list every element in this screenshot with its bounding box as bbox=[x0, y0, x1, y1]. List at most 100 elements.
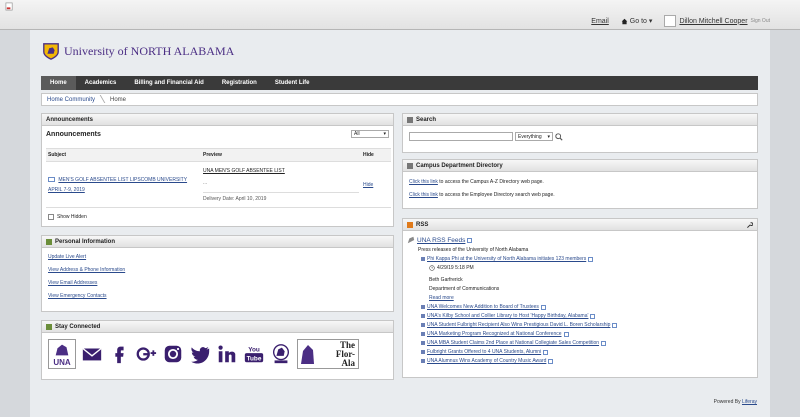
youtube-icon[interactable]: You Tube bbox=[243, 343, 265, 365]
sign-out-link[interactable]: Sign Out bbox=[751, 18, 770, 24]
scope-value: Everything bbox=[518, 133, 542, 140]
external-link-icon bbox=[588, 256, 594, 262]
portlet-title: Stay Connected bbox=[55, 323, 101, 330]
svg-text:Tube: Tube bbox=[247, 355, 262, 362]
list-item: Fulbright Grants Offered to 4 UNA Studen… bbox=[403, 349, 757, 355]
una-logo-label: UNA bbox=[53, 357, 71, 367]
bullet-icon bbox=[421, 314, 425, 318]
update-live-alert-link[interactable]: Update Live Alert bbox=[48, 254, 387, 260]
wrench-icon[interactable] bbox=[746, 222, 753, 229]
lion-shield-icon bbox=[43, 43, 59, 60]
column-preview: Preview bbox=[201, 148, 361, 162]
university-logo[interactable]: University of NORTH ALABAMA bbox=[42, 42, 234, 60]
list-item: UNA Marketing Program Recognized at Nati… bbox=[403, 331, 757, 337]
external-link-icon bbox=[563, 331, 569, 337]
campus-directory-link[interactable]: Click this link bbox=[409, 179, 438, 185]
external-link-icon bbox=[540, 304, 546, 310]
read-more-link[interactable]: Read more bbox=[429, 295, 454, 301]
envelope-icon bbox=[48, 176, 55, 182]
nav-registration[interactable]: Registration bbox=[213, 76, 266, 90]
twitter-icon[interactable] bbox=[189, 343, 211, 365]
flor-ala-logo-icon[interactable]: The Flor-Ala bbox=[297, 339, 359, 369]
rss-icon bbox=[407, 221, 413, 228]
rss-item-author: Beth Garfrerick bbox=[429, 277, 463, 283]
search-input[interactable] bbox=[409, 132, 513, 141]
portlet-title-bar: Search bbox=[403, 114, 757, 126]
view-email-addresses-link[interactable]: View Email Addresses bbox=[48, 280, 387, 286]
portlet-title-bar: Campus Department Directory bbox=[403, 160, 757, 172]
app-icon bbox=[5, 2, 13, 11]
search-icon[interactable] bbox=[555, 132, 563, 141]
breadcrumb-home-community[interactable]: Home Community bbox=[42, 97, 103, 103]
rss-item-dept: Department of Communications bbox=[429, 286, 500, 292]
rss-feed-title-link[interactable]: UNA RSS Feeds bbox=[417, 237, 465, 244]
hide-link[interactable]: Hide bbox=[363, 182, 373, 188]
rss-item-link[interactable]: UNA MBA Student Claims 2nd Place at Nati… bbox=[427, 340, 599, 346]
nav-home[interactable]: Home bbox=[41, 76, 76, 90]
directory-line-1: Click this link to access the Campus A-Z… bbox=[403, 179, 757, 185]
preview-title[interactable]: UNA MEN'S GOLF ABSENTEE LIST bbox=[203, 168, 359, 174]
chevron-down-icon: ▾ bbox=[648, 18, 653, 25]
linkedin-icon[interactable] bbox=[216, 343, 238, 365]
portlet-title: Campus Department Directory bbox=[416, 162, 503, 169]
rss-item-link[interactable]: UNA Marketing Program Recognized at Nati… bbox=[427, 331, 562, 337]
show-hidden-checkbox[interactable] bbox=[48, 214, 54, 220]
directory-line-2-text: to access the Employee Directory search … bbox=[437, 192, 555, 198]
main-navigation: Home Academics Billing and Financial Aid… bbox=[41, 76, 758, 90]
rss-item-link[interactable]: Fulbright Grants Offered to 4 UNA Studen… bbox=[427, 349, 541, 355]
external-link-icon bbox=[467, 237, 473, 243]
facebook-icon[interactable] bbox=[108, 343, 130, 365]
email-icon[interactable] bbox=[81, 343, 103, 365]
nav-student-life[interactable]: Student Life bbox=[266, 76, 319, 90]
announcements-portlet: Announcements Announcements All ▾ Subject… bbox=[41, 113, 394, 227]
rss-item-date: 4/29/19 5:18 PM bbox=[437, 265, 474, 271]
email-link[interactable]: Email bbox=[591, 18, 609, 25]
preview-ellipsis: ... bbox=[203, 179, 208, 186]
announcements-table: Subject Preview Hide MEN'S GOLF ABSENTEE… bbox=[46, 148, 391, 208]
goto-menu[interactable]: Go to ▾ bbox=[621, 17, 653, 25]
view-emergency-contacts-link[interactable]: View Emergency Contacts bbox=[48, 293, 387, 299]
rss-item-link[interactable]: Phi Kappa Phi at the University of North… bbox=[427, 256, 586, 262]
rss-item-link[interactable]: UNA Student Fulbright Recipient Also Win… bbox=[427, 322, 610, 328]
list-item: UNA Welcomes New Addition to Board of Tr… bbox=[403, 304, 757, 310]
lion-icon bbox=[55, 344, 69, 355]
view-address-phone-link[interactable]: View Address & Phone Information bbox=[48, 267, 387, 273]
portlet-title-bar: RSS bbox=[403, 219, 757, 231]
directory-line-2: Click this link to access the Employee D… bbox=[403, 192, 757, 198]
rss-item-link[interactable]: UNA's Kilby School and Collier Library t… bbox=[427, 313, 588, 319]
user-name[interactable]: Dillon Mitchell Cooper bbox=[679, 18, 747, 25]
flor-ala-label: The Flor-Ala bbox=[335, 339, 355, 368]
portlet-title: Search bbox=[416, 116, 437, 123]
lion-cam-icon[interactable] bbox=[270, 343, 292, 365]
announcement-subject-link[interactable]: MEN'S GOLF ABSENTEE LIST LIPSCOMB UNIVER… bbox=[48, 177, 187, 193]
rss-item-link[interactable]: UNA Welcomes New Addition to Board of Tr… bbox=[427, 304, 539, 310]
bullet-icon bbox=[421, 257, 425, 261]
announcements-heading: Announcements bbox=[46, 130, 101, 138]
external-link-icon bbox=[590, 313, 596, 319]
search-scope-select[interactable]: Everything ▾ bbox=[515, 132, 553, 141]
breadcrumb: Home Community Home bbox=[41, 93, 758, 106]
employee-directory-link[interactable]: Click this link bbox=[409, 192, 438, 198]
announcements-filter-select[interactable]: All ▾ bbox=[351, 130, 389, 138]
stay-connected-portlet: Stay Connected UNA You Tube The Flor-Ala bbox=[41, 320, 394, 380]
search-portlet: Search Everything ▾ bbox=[402, 113, 758, 153]
nav-academics[interactable]: Academics bbox=[76, 76, 126, 90]
page-container: University of NORTH ALABAMA Home Academi… bbox=[30, 30, 770, 417]
una-logo-icon[interactable]: UNA bbox=[48, 339, 76, 369]
svg-text:You: You bbox=[248, 346, 260, 353]
directory-line-1-text: to access the Campus A-Z Directory web p… bbox=[437, 179, 544, 185]
bullet-icon bbox=[421, 305, 425, 309]
nav-billing[interactable]: Billing and Financial Aid bbox=[125, 76, 212, 90]
external-link-icon bbox=[543, 349, 549, 355]
portlet-title: RSS bbox=[416, 221, 429, 228]
list-item: UNA MBA Student Claims 2nd Place at Nati… bbox=[403, 340, 757, 346]
google-plus-icon[interactable] bbox=[135, 343, 157, 365]
portlet-icon bbox=[407, 162, 413, 169]
chevron-down-icon: ▾ bbox=[547, 133, 550, 140]
rss-item-link[interactable]: UNA Alumnus Wins Academy of Country Musi… bbox=[427, 358, 546, 364]
instagram-icon[interactable] bbox=[162, 343, 184, 365]
liferay-link[interactable]: Liferay bbox=[742, 399, 757, 405]
clock-icon bbox=[429, 265, 435, 271]
user-menu[interactable]: Dillon Mitchell Cooper Sign Out bbox=[664, 15, 770, 27]
show-hidden-toggle[interactable]: Show Hidden bbox=[48, 214, 87, 220]
